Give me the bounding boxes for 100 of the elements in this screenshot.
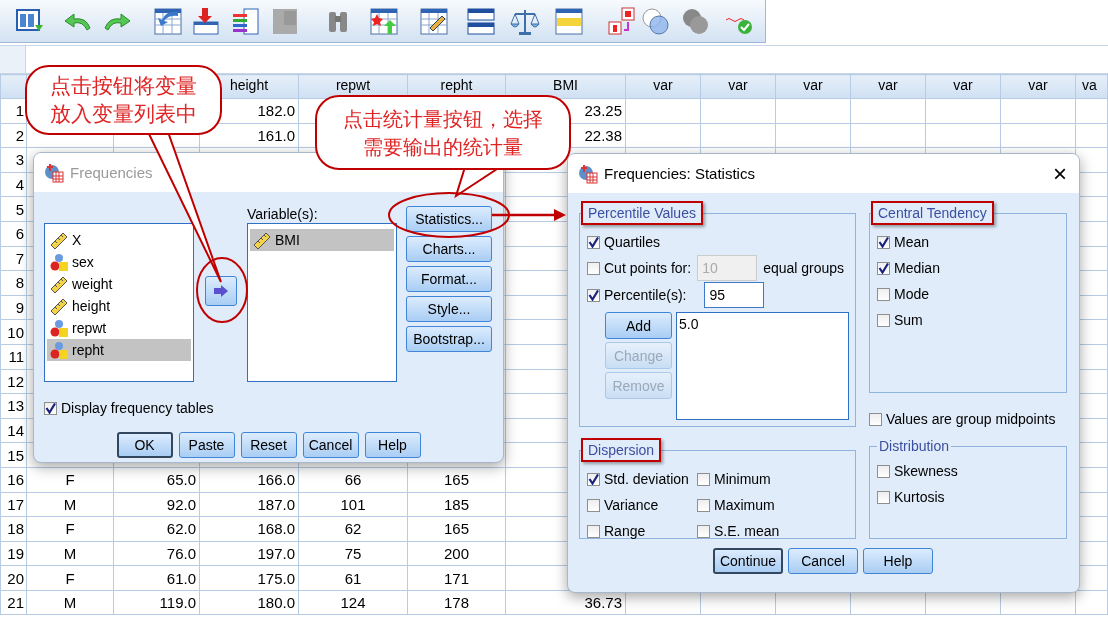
dialog-title: Frequencies: Statistics bbox=[604, 165, 755, 182]
group-title: Central Tendency bbox=[871, 201, 994, 225]
checkbox[interactable] bbox=[697, 472, 710, 486]
dialog-button[interactable]: Continue bbox=[713, 548, 783, 574]
row-number[interactable]: 17 bbox=[0, 492, 27, 517]
checkbox[interactable] bbox=[697, 498, 710, 512]
variable-item[interactable]: height bbox=[47, 295, 191, 317]
shaded-circles-icon[interactable] bbox=[680, 6, 711, 37]
table-cell: M bbox=[26, 590, 114, 615]
close-button[interactable]: × bbox=[1053, 161, 1067, 186]
checkbox[interactable] bbox=[877, 313, 890, 327]
row-number[interactable]: 5 bbox=[0, 196, 27, 222]
variable-item[interactable]: sex bbox=[47, 251, 191, 273]
dialog-button[interactable]: Add bbox=[605, 312, 672, 339]
dialog-button[interactable]: Cancel bbox=[302, 432, 359, 458]
variable-item[interactable]: X bbox=[47, 229, 191, 251]
dialog-button[interactable]: Help bbox=[364, 432, 421, 458]
checkbox[interactable] bbox=[869, 412, 882, 426]
dialog-button[interactable]: Statistics... bbox=[406, 206, 492, 232]
dialog-button[interactable]: OK bbox=[116, 432, 173, 458]
dialog-button[interactable]: Help bbox=[863, 548, 933, 574]
row-number[interactable]: 1 bbox=[0, 98, 27, 124]
checkbox-label: Std. deviation bbox=[604, 471, 689, 487]
row-number[interactable]: 3 bbox=[0, 147, 27, 173]
row-number[interactable]: 13 bbox=[0, 393, 27, 419]
row-number[interactable]: 12 bbox=[0, 369, 27, 394]
dialog-button[interactable]: Cancel bbox=[788, 548, 858, 574]
dialog-button[interactable]: Format... bbox=[406, 266, 492, 292]
variable-item[interactable]: weight bbox=[47, 273, 191, 295]
row-number[interactable]: 11 bbox=[0, 344, 27, 370]
column-header[interactable]: var bbox=[653, 77, 673, 93]
circles-icon[interactable] bbox=[640, 6, 671, 37]
highlighted-table-icon[interactable] bbox=[553, 6, 584, 37]
row-number[interactable]: 4 bbox=[0, 172, 27, 197]
column-header[interactable]: var bbox=[1028, 77, 1048, 93]
row-number[interactable]: 15 bbox=[0, 442, 27, 468]
ruler-icon bbox=[253, 231, 271, 249]
dialog-button[interactable]: Reset bbox=[240, 432, 297, 458]
cell-name-box[interactable] bbox=[0, 46, 26, 73]
table-cell: 197.0 bbox=[199, 541, 299, 566]
checkbox[interactable] bbox=[877, 261, 890, 275]
dialog-button[interactable]: Paste bbox=[178, 432, 235, 458]
column-header[interactable]: var bbox=[953, 77, 973, 93]
row-number[interactable]: 9 bbox=[0, 295, 27, 320]
split-table-icon[interactable] bbox=[465, 6, 496, 37]
row-number[interactable]: 16 bbox=[0, 467, 27, 492]
checkbox-label: Sum bbox=[894, 312, 923, 328]
column-header[interactable]: var bbox=[728, 77, 748, 93]
field-suffix: equal groups bbox=[763, 260, 845, 276]
bars-table-icon[interactable] bbox=[230, 6, 261, 37]
checkbox[interactable] bbox=[587, 235, 600, 249]
table-cell: 92.0 bbox=[113, 492, 200, 517]
row-number[interactable]: 19 bbox=[0, 541, 27, 566]
checkbox[interactable] bbox=[587, 288, 600, 302]
dialog-button[interactable]: Bootstrap... bbox=[406, 326, 492, 352]
table-cell: 66 bbox=[298, 467, 408, 492]
app-icon bbox=[44, 162, 64, 183]
row-number[interactable]: 7 bbox=[0, 246, 27, 271]
table-cell: M bbox=[26, 541, 114, 566]
checkbox[interactable] bbox=[587, 472, 600, 486]
percentile-list[interactable]: 5.0 bbox=[676, 312, 849, 420]
checkbox[interactable] bbox=[587, 261, 600, 275]
row-number[interactable]: 6 bbox=[0, 221, 27, 247]
nominal-icon bbox=[50, 253, 68, 271]
variable-list[interactable]: X sex weight height repwt repht bbox=[44, 223, 194, 382]
checkbox[interactable] bbox=[587, 524, 600, 538]
checkbox[interactable] bbox=[877, 287, 890, 301]
variable-item[interactable]: repwt bbox=[47, 317, 191, 339]
variable-item[interactable]: repht bbox=[47, 339, 191, 361]
checkbox-label: Percentile(s): bbox=[604, 287, 687, 303]
row-number[interactable]: 8 bbox=[0, 270, 27, 296]
column-header[interactable]: var bbox=[803, 77, 823, 93]
dialog-button[interactable]: Charts... bbox=[406, 236, 492, 262]
checkbox[interactable] bbox=[44, 401, 57, 415]
row-number[interactable]: 18 bbox=[0, 516, 27, 542]
checkbox[interactable] bbox=[697, 524, 710, 538]
checkbox[interactable] bbox=[877, 464, 890, 478]
row-number[interactable]: 14 bbox=[0, 418, 27, 443]
table-pencil-icon[interactable] bbox=[418, 6, 449, 37]
column-header[interactable]: var bbox=[878, 77, 898, 93]
checkbox-label: S.E. mean bbox=[714, 523, 780, 539]
checkbox-label: Quartiles bbox=[604, 234, 661, 250]
list-item[interactable]: 5.0 bbox=[679, 316, 846, 332]
table-cell: 61 bbox=[298, 565, 408, 591]
variable-list[interactable]: BMI bbox=[247, 223, 397, 382]
input-field[interactable]: 95 bbox=[704, 282, 765, 308]
dialog-button[interactable]: Style... bbox=[406, 296, 492, 322]
column-header[interactable]: BMI bbox=[553, 77, 578, 93]
row-number[interactable]: 2 bbox=[0, 123, 27, 148]
row-number[interactable]: 10 bbox=[0, 319, 27, 345]
move-button[interactable] bbox=[204, 275, 237, 306]
table-cell: 168.0 bbox=[199, 516, 299, 542]
row-number[interactable]: 20 bbox=[0, 565, 27, 591]
checkbox[interactable] bbox=[587, 498, 600, 512]
download-icon[interactable] bbox=[190, 6, 221, 37]
checkbox[interactable] bbox=[877, 235, 890, 249]
variable-item[interactable]: BMI bbox=[250, 229, 394, 251]
row-number[interactable]: 21 bbox=[0, 590, 27, 615]
labels-icon[interactable] bbox=[606, 6, 637, 37]
checkbox[interactable] bbox=[877, 490, 890, 504]
